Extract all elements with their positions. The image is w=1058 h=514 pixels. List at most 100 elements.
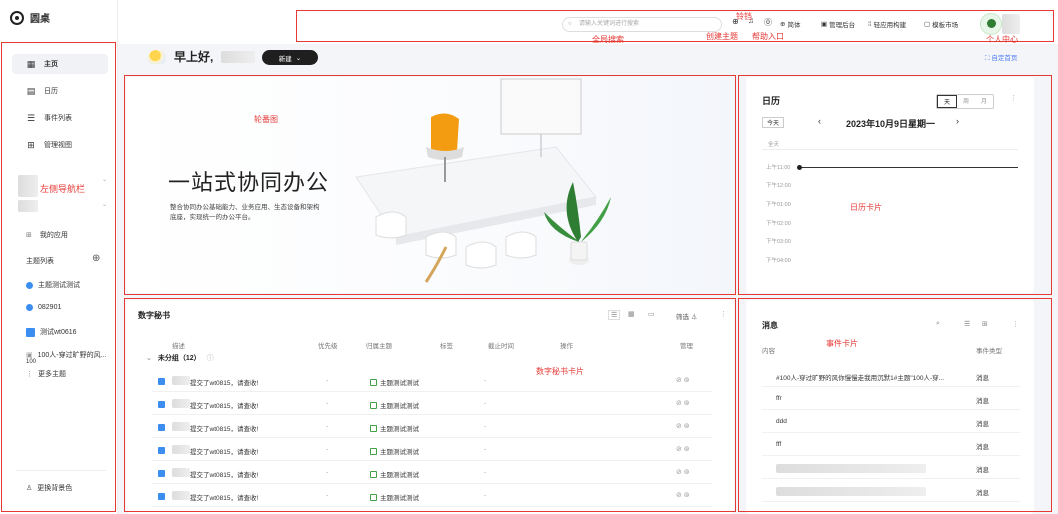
admin-icon: ▣	[821, 21, 828, 28]
topic-item[interactable]: 主题测试测试	[26, 280, 80, 290]
language-switch[interactable]: ⊕ 简体	[780, 19, 800, 29]
col-header: 优先级	[318, 343, 338, 350]
message-row[interactable]: 消息	[762, 456, 1020, 479]
divider	[762, 149, 1018, 150]
messages-title: 消息	[762, 321, 778, 330]
message-row[interactable]: #100人-穿过旷野的风你慢慢走我用沉默1#主题"100人-穿... 消息	[762, 364, 1020, 387]
app-icon	[158, 424, 165, 431]
message-row[interactable]: ffr 消息	[762, 387, 1020, 410]
more-topics[interactable]: ⋮ 更多主题	[26, 369, 66, 379]
avatar[interactable]	[980, 13, 1002, 35]
new-button[interactable]: 新建 ⌄	[262, 50, 318, 65]
search-input[interactable]: 请输入关键词进行搜索	[562, 17, 722, 32]
topic-item[interactable]: 082901	[26, 304, 61, 311]
time-slot: 下午02:00	[766, 221, 791, 227]
customize-home-link[interactable]: ⛶ 自定首页	[985, 52, 1017, 63]
secretary-title: 数字秘书	[138, 311, 170, 320]
annotation-secretary: 数字秘书卡片	[536, 367, 584, 376]
blurred-app[interactable]	[18, 175, 38, 197]
admin-link[interactable]: ▣ 管理后台	[821, 19, 855, 29]
add-topic-icon[interactable]: ⊕	[92, 253, 100, 264]
calendar-view-icon[interactable]: ▭	[648, 310, 655, 318]
filter-button[interactable]: 筛选 ⏃	[676, 311, 697, 321]
sidebar-item-label: 事件列表	[44, 115, 72, 122]
col-header: 内容	[762, 348, 775, 355]
app-icon	[158, 447, 165, 454]
blurred-app[interactable]	[18, 200, 38, 212]
annotation-bell: 铃铛	[736, 12, 752, 21]
grid-dots-icon: ⁞⁞	[868, 20, 872, 28]
today-button[interactable]: 今天	[762, 117, 785, 128]
table-row[interactable]: 提交了wt0815，请查收! - 主题测试测试 - ⊘ ⊚	[152, 485, 712, 507]
topic-item[interactable]: ▣ 100人-穿过旷野的风...	[26, 350, 106, 360]
annotation-search: 全局搜索	[592, 35, 624, 44]
calendar-view-switch[interactable]: 天 周 月	[936, 94, 995, 109]
banner-title: 一站式协同办公	[168, 170, 330, 195]
grid-icon: ▦	[26, 58, 36, 69]
annotation-create: 创建主题	[706, 32, 738, 41]
chevron-down-icon[interactable]: ⌄	[102, 201, 107, 208]
list-view-icon[interactable]: ☰	[964, 320, 970, 328]
view-month[interactable]: 月	[975, 95, 993, 108]
topic-item[interactable]: 测试wt0616	[26, 327, 77, 337]
more-icon[interactable]: ⋮	[1010, 94, 1017, 102]
list-view-icon[interactable]: ☰	[608, 310, 621, 320]
view-week[interactable]: 周	[957, 95, 975, 108]
table-row[interactable]: 提交了wt0815，请查收! - 主题测试测试 - ⊘ ⊚	[152, 370, 712, 392]
view-day[interactable]: 天	[937, 95, 958, 108]
table-row[interactable]: 提交了wt0815，请查收! - 主题测试测试 - ⊘ ⊚	[152, 439, 712, 461]
message-row[interactable]: 消息	[762, 479, 1020, 502]
time-slot: 下午01:00	[766, 202, 791, 208]
sidebar-item-home[interactable]: ▦ 主页	[12, 54, 108, 74]
shirt-icon: ♙	[26, 485, 33, 492]
logo-icon	[10, 10, 24, 25]
info-icon: ⓘ	[206, 355, 214, 362]
annotation-event: 事件卡片	[826, 339, 858, 348]
col-header: 管理	[680, 343, 693, 350]
search-icon[interactable]: ⌕	[936, 320, 940, 328]
row-actions-icon[interactable]: ⊘ ⊚	[676, 445, 690, 453]
row-actions-icon[interactable]: ⊘ ⊚	[676, 468, 690, 476]
message-row[interactable]: fff 消息	[762, 433, 1020, 456]
app-logo[interactable]: 圆桌	[10, 10, 50, 25]
greeting: 早上好,	[148, 48, 256, 65]
row-actions-icon[interactable]: ⊘ ⊚	[676, 399, 690, 407]
sidebar-item-label: 日历	[44, 88, 58, 95]
light-app-link[interactable]: ⁞⁞ 轻应用构建	[868, 19, 906, 30]
more-icon[interactable]: ⋮	[1012, 320, 1019, 328]
calendar-icon: ▤	[26, 85, 36, 96]
chevron-down-icon[interactable]: ⌄	[102, 176, 107, 183]
table-row[interactable]: 提交了wt0815，请查收! - 主题测试测试 - ⊘ ⊚	[152, 416, 712, 438]
more-icon[interactable]: ⋮	[720, 310, 727, 318]
help-icon[interactable]: ⓪	[764, 17, 772, 28]
image-icon: ▣	[26, 352, 33, 359]
sidebar-item-calendar[interactable]: ▤ 日历	[12, 81, 108, 101]
change-background-button[interactable]: ♙ 更换背景色	[26, 483, 72, 493]
table-row[interactable]: 提交了wt0815，请查收! - 主题测试测试 - ⊘ ⊚	[152, 462, 712, 484]
col-header: 标签	[440, 343, 453, 350]
annotation-nav: 左侧导航栏	[40, 184, 86, 194]
sidebar-item-manage-view[interactable]: ⊞ 管理视图	[12, 135, 108, 155]
template-market-link[interactable]: ▢ 模板市场	[924, 19, 958, 29]
prev-day-icon[interactable]: ‹	[818, 116, 821, 126]
next-day-icon[interactable]: ›	[956, 116, 959, 126]
row-actions-icon[interactable]: ⊘ ⊚	[676, 376, 690, 384]
time-slot: 下午12:00	[766, 183, 791, 189]
grid-view-icon[interactable]: ⊞	[982, 320, 988, 328]
topic-icon	[370, 401, 377, 409]
row-actions-icon[interactable]: ⊘ ⊚	[676, 422, 690, 430]
group-header[interactable]: ⌄ 未分组（12） ⓘ	[146, 353, 214, 363]
table-row[interactable]: 提交了wt0815，请查收! - 主题测试测试 - ⊘ ⊚	[152, 393, 712, 415]
divider	[16, 470, 106, 471]
board-view-icon[interactable]: ▦	[628, 310, 635, 318]
my-apps[interactable]: ⊞ 我的应用	[26, 230, 68, 240]
message-row[interactable]: ddd 消息	[762, 410, 1020, 433]
user-name-blur[interactable]	[1002, 14, 1020, 34]
topic-icon	[370, 470, 377, 478]
sidebar-item-events[interactable]: ☰ 事件列表	[12, 108, 108, 128]
topic-icon	[370, 493, 377, 501]
sidebar-item-label: 管理视图	[44, 142, 72, 149]
annotation-carousel: 轮番图	[254, 115, 278, 124]
row-actions-icon[interactable]: ⊘ ⊚	[676, 491, 690, 499]
col-header: 归属主题	[366, 343, 392, 350]
